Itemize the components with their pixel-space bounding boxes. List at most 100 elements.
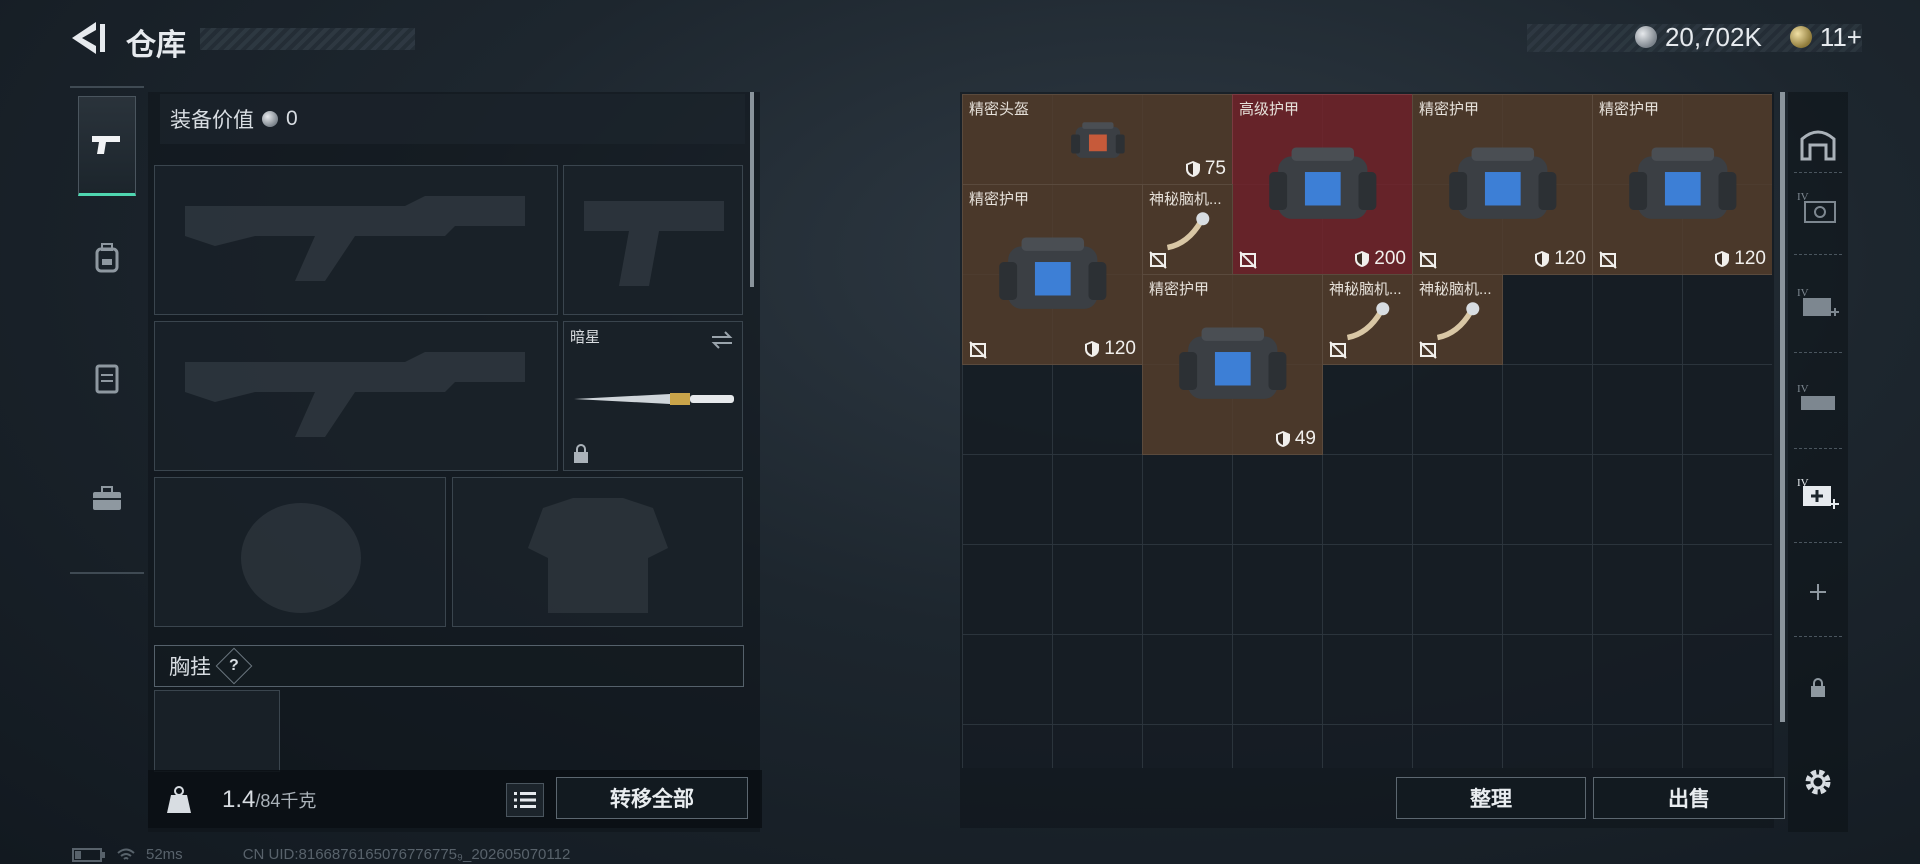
shield-icon <box>1534 250 1550 268</box>
equipment-value-header: 装备价值 0 <box>160 94 745 144</box>
shield-icon <box>1275 430 1291 448</box>
no-insurance-icon <box>1329 341 1347 359</box>
status-bar: 52ms CN UID:8166876165076776775₉_2026050… <box>72 846 570 863</box>
lock-icon <box>574 444 588 463</box>
storage-tab-case-2[interactable]: IV <box>1788 278 1848 328</box>
toolbox-icon <box>93 486 121 510</box>
armor-silhouette-icon <box>528 498 668 613</box>
inventory-item[interactable]: 精密护甲 49 <box>1142 274 1323 455</box>
chest-rig-header: 胸挂 ? <box>154 645 744 687</box>
lock-icon <box>1811 678 1825 697</box>
item-name: 高级护甲 <box>1239 101 1300 118</box>
item-armor-value: 120 <box>1084 338 1136 360</box>
back-arrow-icon <box>72 22 105 54</box>
grid-scrollbar[interactable] <box>1780 92 1785 722</box>
item-value: 49 <box>1294 428 1316 449</box>
rifle-silhouette-icon <box>185 352 525 437</box>
plus-icon <box>1810 584 1826 600</box>
no-insurance-icon <box>1239 251 1257 269</box>
shield-icon <box>1714 250 1730 268</box>
warehouse-icon <box>1800 130 1836 161</box>
armor-slot[interactable] <box>452 477 743 627</box>
secondary-weapon-slot[interactable] <box>154 321 558 471</box>
uid: CN UID:8166876165076776775₉_202605070112 <box>242 846 571 863</box>
equipment-value-label: 装备价值 <box>170 109 254 132</box>
rifle-silhouette-icon <box>185 196 525 281</box>
silver-coin-icon <box>1634 26 1657 48</box>
settings-button[interactable] <box>1788 758 1848 806</box>
inventory-item[interactable]: 精密护甲 120 <box>962 184 1143 365</box>
tab-weapons[interactable] <box>78 96 136 196</box>
inventory-item[interactable]: 精密头盔 75 <box>962 94 1233 185</box>
no-insurance-icon <box>1419 251 1437 269</box>
transfer-all-button[interactable]: 转移全部 <box>556 777 748 819</box>
item-name: 精密护甲 <box>1149 281 1210 298</box>
item-value: 75 <box>1204 158 1226 179</box>
storage-tab-case-3[interactable]: IV <box>1788 374 1848 424</box>
gold-value[interactable]: 11+ <box>1820 22 1862 53</box>
chest-rig-slot[interactable] <box>154 690 280 772</box>
inventory-item[interactable]: 精密护甲 120 <box>1592 94 1772 275</box>
armor-image <box>1447 143 1559 230</box>
armor-image <box>1627 143 1739 230</box>
gold-coin-icon <box>1789 26 1812 48</box>
item-armor-value: 75 <box>1185 158 1226 180</box>
silver-coin-icon <box>262 111 278 127</box>
primary-weapon-slot[interactable] <box>154 165 558 315</box>
backpack-icon <box>95 243 119 273</box>
weight-max: /84千克 <box>255 791 317 811</box>
tab-toolbox[interactable] <box>78 448 136 548</box>
back-button[interactable] <box>66 18 110 58</box>
help-symbol: ? <box>229 657 239 674</box>
armor-image <box>1267 143 1379 230</box>
inventory-item[interactable]: 精密护甲 120 <box>1412 94 1593 275</box>
help-button[interactable]: ? <box>215 647 253 685</box>
shield-icon <box>1185 160 1201 178</box>
scrollbar[interactable] <box>750 92 754 287</box>
helmet-slot[interactable] <box>154 477 446 627</box>
item-name: 精密头盔 <box>969 101 1030 118</box>
item-armor-value: 49 <box>1275 428 1316 450</box>
weight-readout: 1.4/84千克 <box>222 786 316 814</box>
inventory-item[interactable]: 神秘脑机... <box>1322 274 1413 365</box>
item-name: 神秘脑机... <box>1329 281 1402 298</box>
settings-icon <box>1805 769 1831 795</box>
no-insurance-icon <box>1149 251 1167 269</box>
tab-backpack[interactable] <box>78 208 136 308</box>
storage-tab-main[interactable] <box>1788 118 1848 168</box>
no-insurance-icon <box>969 341 987 359</box>
melee-slot[interactable]: 暗星 <box>563 321 743 471</box>
tab-rig[interactable] <box>78 328 136 428</box>
knife-image <box>574 393 734 405</box>
no-insurance-icon <box>1599 251 1617 269</box>
brain-chip-image <box>1160 210 1216 254</box>
inventory-item[interactable]: 高级护甲 200 <box>1232 94 1413 275</box>
item-armor-value: 120 <box>1534 248 1586 270</box>
item-name: 神秘脑机... <box>1419 281 1492 298</box>
battery-icon <box>72 847 105 862</box>
item-name: 精密护甲 <box>1599 101 1660 118</box>
item-name: 精密护甲 <box>1419 101 1480 118</box>
item-name: 精密护甲 <box>969 191 1030 208</box>
armor-image <box>1070 120 1126 164</box>
item-value: 120 <box>1734 248 1766 269</box>
storage-tab-case-4[interactable]: IV <box>1788 468 1848 518</box>
left-nav <box>70 86 144 574</box>
list-button[interactable] <box>506 783 544 817</box>
inventory-item[interactable]: 神秘脑机... <box>1142 184 1233 275</box>
brain-chip-image <box>1340 300 1396 344</box>
inventory-item[interactable]: 神秘脑机... <box>1412 274 1503 365</box>
swap-icon[interactable] <box>710 330 734 350</box>
add-storage-button[interactable] <box>1788 570 1848 614</box>
storage-tab-case-1[interactable]: IV <box>1788 182 1848 232</box>
svg-text:IV: IV <box>1797 383 1809 395</box>
title-decoration <box>200 28 415 50</box>
sell-button[interactable]: 出售 <box>1593 777 1785 819</box>
silver-value: 20,702K <box>1664 21 1762 52</box>
knife-name: 暗星 <box>570 329 601 346</box>
currency-bar: 20,702K 11+ <box>1634 21 1862 53</box>
sort-button[interactable]: 整理 <box>1396 777 1586 819</box>
storage-grid[interactable]: 精密头盔 75 高级护甲 200 精密护甲 120 精密护甲 120 精密护甲 120 神秘脑机..… <box>962 94 1772 768</box>
item-name: 神秘脑机... <box>1149 191 1222 208</box>
sidearm-slot[interactable] <box>563 165 743 315</box>
